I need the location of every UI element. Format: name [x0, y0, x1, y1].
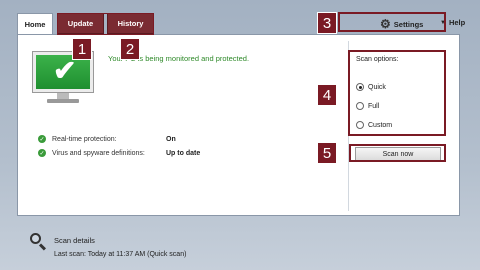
checkmark-icon: ✔: [53, 55, 77, 86]
callout-frame-scan-button: [349, 144, 446, 162]
status-row-definitions: ✓ Virus and spyware definitions: Up to d…: [38, 149, 200, 157]
callout-frame-settings: [338, 12, 446, 32]
status-label: Virus and spyware definitions:: [52, 149, 145, 157]
callout-badge: 4: [317, 84, 337, 106]
callout-badge: 5: [317, 142, 337, 164]
protected-monitor-icon: ✔: [33, 52, 93, 107]
status-row-realtime: ✓ Real-time protection: On: [38, 135, 176, 143]
status-value: On: [166, 135, 176, 143]
callout-frame-tabs: [57, 13, 154, 35]
magnifier-handle: [38, 243, 47, 251]
scan-details-title[interactable]: Scan details: [54, 236, 95, 245]
status-value: Up to date: [166, 149, 201, 157]
magnifier-icon: [30, 233, 47, 251]
check-circle-icon: ✓: [38, 149, 46, 157]
magnifier-lens: [30, 233, 41, 244]
last-scan-text: Last scan: Today at 11:37 AM (Quick scan…: [54, 251, 187, 258]
callout-badge: 2: [120, 38, 140, 60]
help-label: Help: [448, 18, 466, 27]
monitor-base: [47, 99, 79, 103]
tab-home[interactable]: Home: [17, 13, 53, 35]
check-circle-icon: ✓: [38, 135, 46, 143]
callout-badge: 3: [317, 12, 337, 34]
defender-window: Home Update History ⚙ Settings ▼ Help ✔ …: [0, 0, 480, 270]
callout-badge: 1: [72, 38, 92, 60]
status-label: Real-time protection:: [52, 135, 117, 143]
callout-frame-scan-options: [348, 50, 446, 136]
